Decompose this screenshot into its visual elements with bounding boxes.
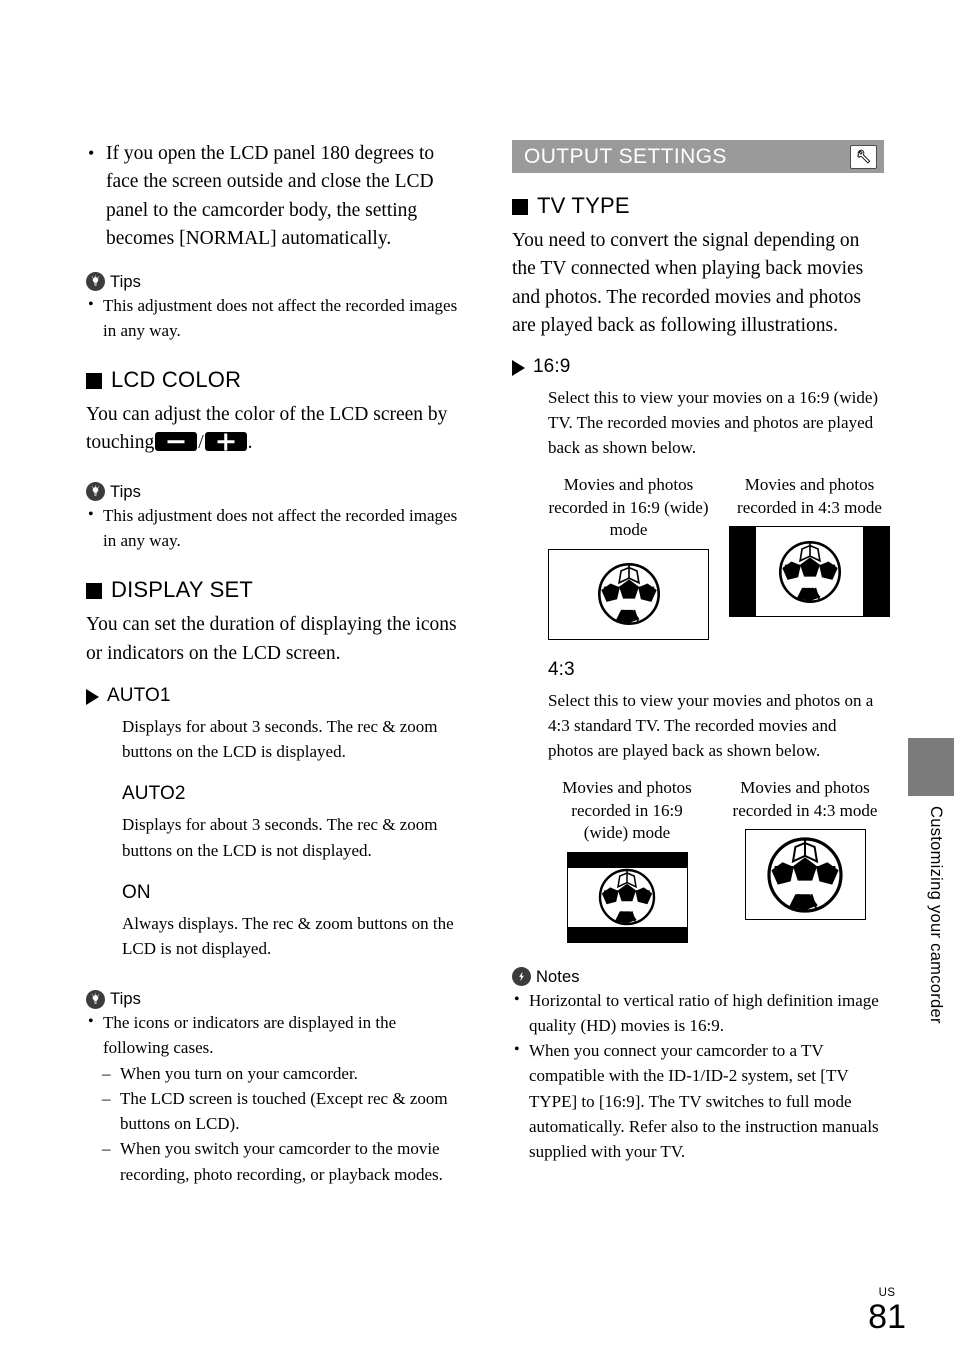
option-label: AUTO1 xyxy=(107,685,171,707)
list-item: The icons or indicators are displayed in… xyxy=(86,1009,458,1060)
section-heading-label: DISPLAY SET xyxy=(111,577,253,603)
tips-sub-list: When you turn on your camcorder. The LCD… xyxy=(86,1061,458,1187)
option-description-auto2: Displays for about 3 seconds. The rec & … xyxy=(122,815,438,860)
lcd-color-text-before: You can adjust the color of the LCD scre… xyxy=(86,404,448,454)
lcd-color-text-after: . xyxy=(247,432,253,454)
lightning-bolt-icon xyxy=(512,967,531,987)
square-bullet-icon xyxy=(86,583,102,600)
pillarbox-bar-left xyxy=(730,527,757,617)
figure-4-3-source-wide: Movies and photos recorded in 16:9 (wide… xyxy=(548,777,706,943)
figure-16-9-source-43: Movies and photos recorded in 4:3 mode xyxy=(729,474,890,640)
section-bar-output-settings: OUTPUT SETTINGS xyxy=(512,140,884,173)
option-heading-4-3: 4:3 xyxy=(512,658,884,682)
section-heading-label: TV TYPE xyxy=(537,193,630,218)
notes-label: Notes xyxy=(536,967,580,986)
chapter-thumb-tab xyxy=(908,738,954,796)
tv-frame-16-9-pillarbox xyxy=(729,526,890,618)
letterbox-bar-top xyxy=(567,852,687,868)
figure-caption: Movies and photos recorded in 4:3 mode xyxy=(732,778,878,820)
option-heading-auto2: AUTO2 xyxy=(86,782,458,806)
letterbox-bar-bottom xyxy=(567,926,687,942)
figure-16-9-source-wide: Movies and photos recorded in 16:9 (wide… xyxy=(548,474,709,640)
lightbulb-icon xyxy=(86,272,105,292)
tv-frame-4-3-letterbox xyxy=(566,851,688,943)
lcd-color-description: You can adjust the color of the LCD scre… xyxy=(86,401,458,458)
tv-frame-4-3 xyxy=(744,829,866,921)
right-column: OUTPUT SETTINGS TV TYPE You need to conv… xyxy=(512,140,890,1164)
default-marker-triangle-icon xyxy=(86,689,99,706)
tips-list: The icons or indicators are displayed in… xyxy=(86,1009,458,1060)
key-separator: / xyxy=(198,432,204,454)
tv-frame-16-9 xyxy=(548,548,709,640)
manual-page: If you open the LCD panel 180 degrees to… xyxy=(0,0,954,1357)
option-heading-on: ON xyxy=(86,881,458,905)
list-item: The LCD screen is touched (Except rec & … xyxy=(102,1086,458,1136)
lightbulb-icon xyxy=(86,482,105,502)
tips-label: Tips xyxy=(110,482,141,501)
wrench-icon xyxy=(850,144,877,169)
tips-header: Tips xyxy=(86,272,458,292)
option-label: AUTO2 xyxy=(122,783,186,805)
option-heading-auto1: AUTO1 xyxy=(86,684,458,708)
list-item: If you open the LCD panel 180 degrees to… xyxy=(86,139,458,254)
plus-key-icon[interactable] xyxy=(204,432,247,452)
section-bar-title: OUTPUT SETTINGS xyxy=(524,144,727,168)
option-label: ON xyxy=(122,881,151,903)
page-number: 81 xyxy=(868,1298,906,1336)
square-bullet-icon xyxy=(86,373,102,390)
chapter-tab-label: Customizing your camcorder xyxy=(927,806,945,1024)
list-item: Horizontal to vertical ratio of high def… xyxy=(512,987,884,1038)
section-heading-label: LCD COLOR xyxy=(111,367,242,393)
pillarbox-bar-right xyxy=(862,527,889,617)
list-item: This adjustment does not affect the reco… xyxy=(86,292,458,343)
lightbulb-icon xyxy=(86,989,105,1009)
notes-list: Horizontal to vertical ratio of high def… xyxy=(512,987,884,1164)
section-heading-lcd-color: LCD COLOR xyxy=(86,367,458,393)
option-label: 16:9 xyxy=(533,355,571,377)
option-label: 4:3 xyxy=(548,658,575,680)
section-heading-tv-type: TV TYPE xyxy=(512,193,884,219)
notes-header: Notes xyxy=(512,967,884,987)
tips-header: Tips xyxy=(86,482,458,502)
list-item: This adjustment does not affect the reco… xyxy=(86,502,458,553)
figure-caption: Movies and photos recorded in 16:9 (wide… xyxy=(562,778,692,843)
soccer-ball-icon xyxy=(598,869,656,926)
square-bullet-icon xyxy=(512,199,528,215)
option-description-on: Always displays. The rec & zoom buttons … xyxy=(122,913,454,959)
tips-list: This adjustment does not affect the reco… xyxy=(86,292,458,343)
list-item: When you connect your camcorder to a TV … xyxy=(512,1037,884,1164)
page-footer: US 81 xyxy=(868,1287,906,1335)
default-marker-triangle-icon xyxy=(512,359,525,376)
option-description-16-9: Select this to view your movies on a 16:… xyxy=(548,387,879,458)
list-item: When you turn on your camcorder. xyxy=(102,1061,458,1086)
minus-key-icon[interactable] xyxy=(155,432,198,452)
display-set-description: You can set the duration of displaying t… xyxy=(86,614,457,664)
option-description-4-3: Select this to view your movies and phot… xyxy=(548,690,874,761)
tips-label: Tips xyxy=(110,990,141,1009)
figure-caption: Movies and photos recorded in 16:9 (wide… xyxy=(548,475,709,540)
tips-list: This adjustment does not affect the reco… xyxy=(86,502,458,553)
figure-4-3-source-43: Movies and photos recorded in 4:3 mode xyxy=(726,777,884,943)
figure-row-4-3: Movies and photos recorded in 16:9 (wide… xyxy=(512,777,884,943)
option-description-auto1: Displays for about 3 seconds. The rec & … xyxy=(122,717,438,762)
soccer-ball-icon xyxy=(778,540,841,603)
tips-label: Tips xyxy=(110,272,141,291)
section-heading-display-set: DISPLAY SET xyxy=(86,577,458,603)
left-column: If you open the LCD panel 180 degrees to… xyxy=(86,139,458,1187)
list-item: When you switch your camcorder to the mo… xyxy=(102,1136,458,1186)
tips-header: Tips xyxy=(86,989,458,1009)
tv-type-description: You need to convert the signal depending… xyxy=(512,230,864,337)
soccer-ball-icon xyxy=(767,837,843,913)
figure-caption: Movies and photos recorded in 4:3 mode xyxy=(737,475,882,517)
option-heading-16-9: 16:9 xyxy=(512,355,884,379)
figure-row-16-9: Movies and photos recorded in 16:9 (wide… xyxy=(512,474,890,640)
intro-bullet-list: If you open the LCD panel 180 degrees to… xyxy=(86,139,458,254)
soccer-ball-icon xyxy=(597,563,660,626)
